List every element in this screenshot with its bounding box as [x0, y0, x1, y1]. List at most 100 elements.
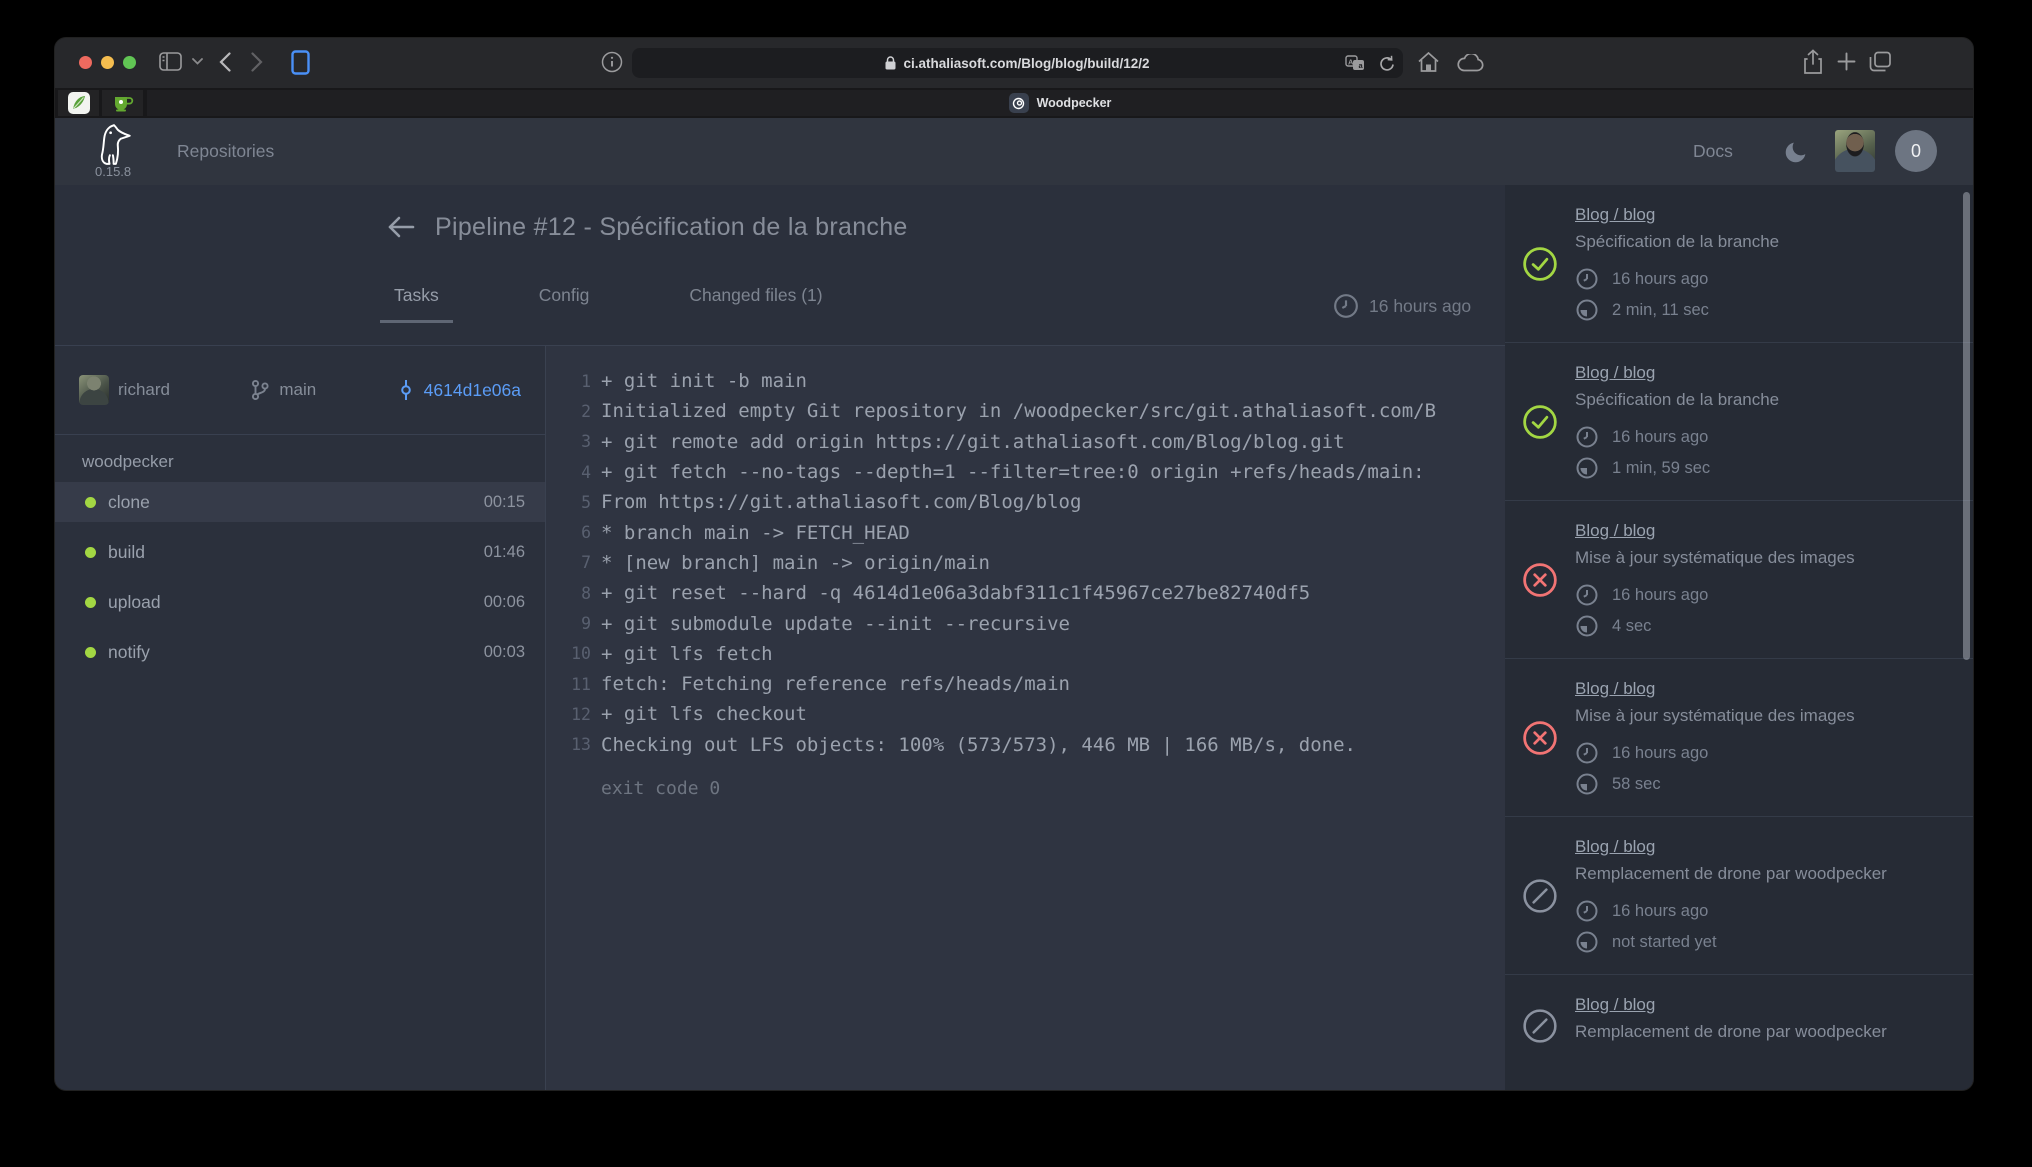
repo-link[interactable]: Blog / blog [1575, 995, 1947, 1015]
log-line: 3+ git remote add origin https://git.ath… [546, 427, 1505, 457]
user-avatar[interactable] [1835, 130, 1875, 172]
app-version: 0.15.8 [95, 164, 131, 179]
log-line: 12+ git lfs checkout [546, 699, 1505, 729]
repo-link[interactable]: Blog / blog [1575, 205, 1947, 225]
success-icon [1517, 246, 1563, 282]
woodpecker-logo-icon[interactable] [93, 123, 135, 165]
log-line: 13Checking out LFS objects: 100% (573/57… [546, 730, 1505, 760]
branch-group: main [250, 379, 316, 401]
close-window-button[interactable] [79, 56, 92, 69]
repo-link[interactable]: Blog / blog [1575, 363, 1947, 383]
build-entry[interactable]: Blog / blog Remplacement de drone par wo… [1505, 975, 1973, 1077]
steps-panel: richard main 4614d1e06a woodpecker [55, 345, 545, 1090]
chevron-down-icon[interactable] [192, 58, 203, 65]
status-dot-icon [85, 497, 96, 508]
svg-text:A: A [1348, 58, 1354, 67]
app-navbar: 0.15.8 Repositories Docs 0 [55, 118, 1973, 185]
author-group: richard [79, 375, 170, 405]
back-button[interactable] [219, 52, 231, 72]
builds-sidebar: Blog / blog Spécification de la branche … [1505, 185, 1973, 1090]
pipeline-main: Pipeline #12 - Spécification de la branc… [55, 185, 1505, 1090]
browser-window: ci.athaliasoft.com/Blog/blog/build/12/2 … [55, 38, 1973, 1090]
cloud-icon[interactable] [1457, 54, 1484, 72]
active-tab[interactable]: Woodpecker [147, 90, 1973, 116]
commit-icon [397, 379, 415, 401]
not-started-icon [1517, 878, 1563, 914]
commit-message: Mise à jour systématique des images [1575, 706, 1947, 726]
pinned-tab-blog[interactable] [58, 90, 99, 116]
step-upload[interactable]: upload 00:06 [55, 582, 545, 622]
translate-icon[interactable]: aA [1345, 55, 1365, 71]
build-when: 16 hours ago [1575, 267, 1947, 291]
clock-icon [1575, 899, 1599, 923]
log-line: 2Initialized empty Git repository in /wo… [546, 396, 1505, 426]
info-icon[interactable] [601, 51, 623, 73]
pipeline-created: 16 hours ago [1333, 293, 1471, 319]
pinned-tab-gitea[interactable] [102, 90, 143, 116]
build-when: 16 hours ago [1575, 741, 1947, 765]
log-line: 7* [new branch] main -> origin/main [546, 548, 1505, 578]
status-dot-icon [85, 597, 96, 608]
commit-hash-link[interactable]: 4614d1e06a [424, 380, 521, 401]
home-icon[interactable] [1417, 51, 1440, 73]
clock-icon [1575, 267, 1599, 291]
tab-config[interactable]: Config [525, 285, 604, 323]
commit-message: Spécification de la branche [1575, 390, 1947, 410]
tab-tasks[interactable]: Tasks [380, 285, 453, 323]
clock-icon [1575, 741, 1599, 765]
repo-link[interactable]: Blog / blog [1575, 837, 1947, 857]
author-avatar [79, 375, 109, 405]
nav-repositories-link[interactable]: Repositories [177, 141, 274, 162]
log-output[interactable]: 1+ git init -b main 2Initialized empty G… [545, 345, 1505, 1090]
steps-list: clone 00:15 build 01:46 upload 00:06 not… [55, 482, 545, 672]
build-entry[interactable]: Blog / blog Spécification de la branche … [1505, 343, 1973, 501]
build-entry[interactable]: Blog / blog Mise à jour systématique des… [1505, 659, 1973, 817]
build-when: 16 hours ago [1575, 899, 1947, 923]
forward-button[interactable] [251, 52, 263, 72]
build-duration: 1 min, 59 sec [1575, 456, 1947, 480]
author-name: richard [118, 380, 170, 400]
address-bar[interactable]: ci.athaliasoft.com/Blog/blog/build/12/2 … [632, 48, 1403, 78]
tab-overview-icon[interactable] [1869, 51, 1892, 73]
log-line: 11fetch: Fetching reference refs/heads/m… [546, 669, 1505, 699]
step-clone[interactable]: clone 00:15 [55, 482, 545, 522]
log-line: 10+ git lfs fetch [546, 639, 1505, 669]
sidebar-toggle-icon[interactable] [159, 52, 182, 71]
tab-strip: Woodpecker [55, 88, 1973, 118]
log-line: 5From https://git.athaliasoft.com/Blog/b… [546, 487, 1505, 517]
failure-icon [1517, 562, 1563, 598]
repo-link[interactable]: Blog / blog [1575, 679, 1947, 699]
step-build[interactable]: build 01:46 [55, 532, 545, 572]
commit-message: Remplacement de drone par woodpecker [1575, 1022, 1947, 1042]
duration-icon [1575, 298, 1599, 322]
maximize-window-button[interactable] [123, 56, 136, 69]
workflow-name: woodpecker [82, 452, 545, 472]
commit-message: Remplacement de drone par woodpecker [1575, 864, 1947, 884]
sidebar-scrollbar[interactable] [1963, 192, 1970, 660]
tab-title: Woodpecker [1037, 96, 1112, 110]
back-arrow-icon[interactable] [385, 211, 417, 243]
build-entry[interactable]: Blog / blog Spécification de la branche … [1505, 185, 1973, 343]
log-line: 6* branch main -> FETCH_HEAD [546, 517, 1505, 547]
tab-changed-files[interactable]: Changed files (1) [675, 285, 836, 323]
commit-group: 4614d1e06a [397, 379, 521, 401]
build-entry[interactable]: Blog / blog Mise à jour systématique des… [1505, 501, 1973, 659]
build-entry[interactable]: Blog / blog Remplacement de drone par wo… [1505, 817, 1973, 975]
page-icon[interactable] [291, 50, 310, 75]
reload-icon[interactable] [1379, 55, 1395, 72]
teacup-favicon-icon [112, 93, 134, 113]
feather-favicon-icon [68, 92, 90, 114]
build-duration: 4 sec [1575, 614, 1947, 638]
duration-icon [1575, 930, 1599, 954]
new-tab-icon[interactable] [1837, 52, 1856, 71]
repo-link[interactable]: Blog / blog [1575, 521, 1947, 541]
nav-docs-link[interactable]: Docs [1693, 141, 1733, 162]
dark-mode-moon-icon[interactable] [1784, 139, 1809, 164]
step-notify[interactable]: notify 00:03 [55, 632, 545, 672]
notification-badge[interactable]: 0 [1895, 130, 1937, 172]
clock-icon [1575, 425, 1599, 449]
build-when: 16 hours ago [1575, 583, 1947, 607]
minimize-window-button[interactable] [101, 56, 114, 69]
clock-icon [1333, 293, 1359, 319]
share-icon[interactable] [1803, 49, 1823, 75]
